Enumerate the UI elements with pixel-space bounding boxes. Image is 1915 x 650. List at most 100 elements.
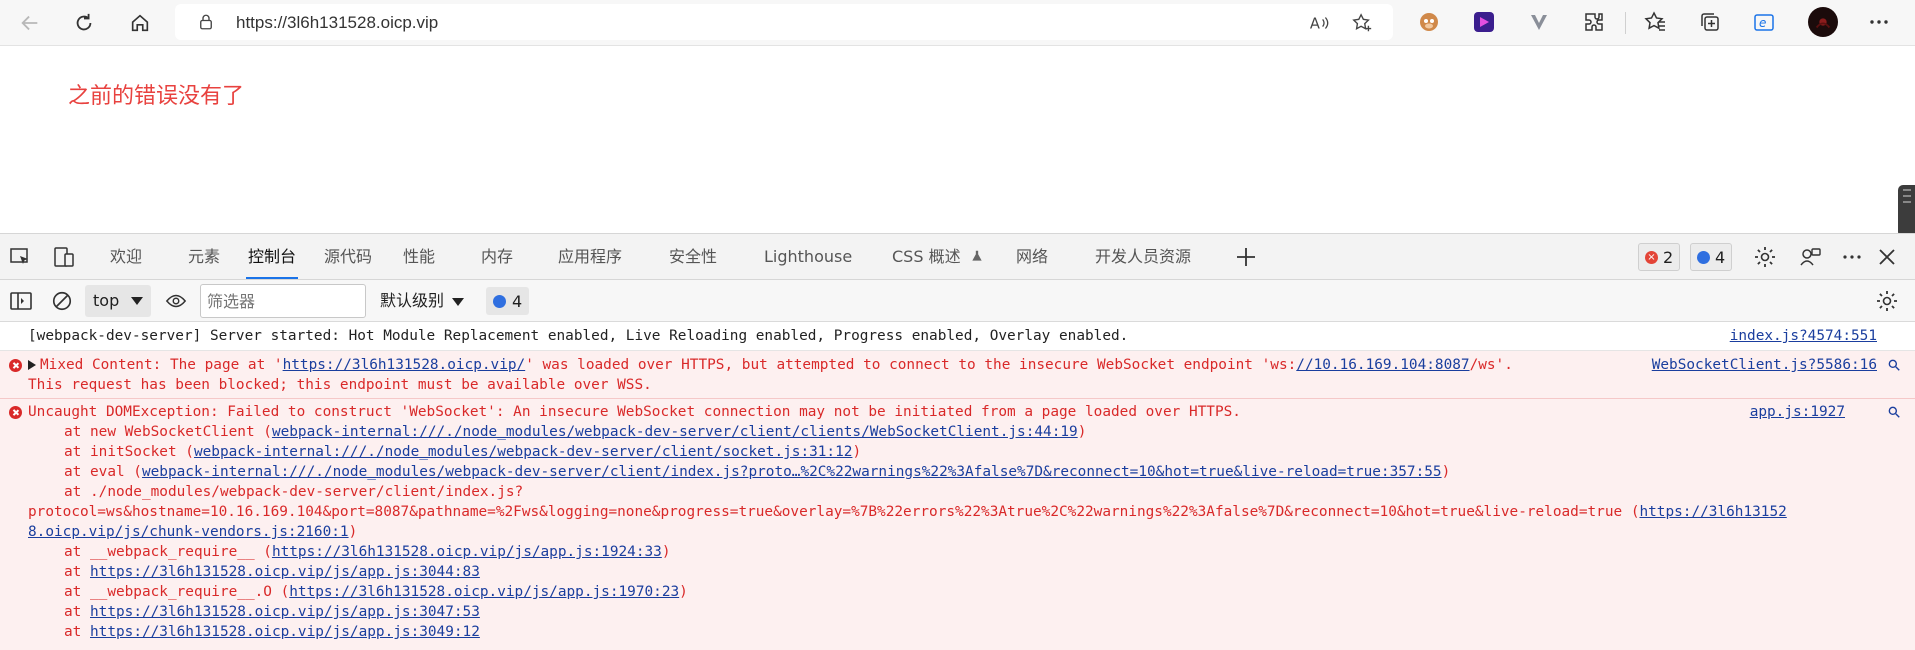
stack-link[interactable]: webpack-internal:///./node_modules/webpa… (142, 464, 1442, 480)
source-link[interactable]: app.js:1927 (1750, 402, 1845, 422)
stack-text: at __webpack_require__.O ( (64, 584, 290, 600)
home-icon (131, 14, 149, 32)
log-text: Uncaught DOMException: Failed to constru… (28, 404, 1241, 420)
source-link[interactable]: WebSocketClient.js?5586:16 (1652, 355, 1877, 375)
device-emulation-icon[interactable] (52, 245, 76, 269)
inspect-element-icon[interactable] (8, 245, 32, 269)
tab-memory[interactable]: 内存 (479, 234, 515, 279)
refresh-icon (76, 13, 92, 31)
extension-purple-icon[interactable] (1471, 9, 1497, 35)
ie-mode-icon[interactable]: e (1752, 9, 1778, 35)
message-count-badge[interactable]: 4 (1690, 243, 1733, 271)
stack-link[interactable]: webpack-internal:///./node_modules/webpa… (194, 444, 852, 460)
customize-feedback-icon[interactable] (1798, 245, 1822, 269)
stack-link[interactable]: https://3l6h131528.oicp.vip/js/app.js:30… (90, 604, 480, 620)
stack-link[interactable]: https://3l6h131528.oicp.vip/js/app.js:30… (90, 564, 480, 580)
stack-text: ) (1077, 424, 1087, 440)
search-icon[interactable] (1887, 358, 1901, 372)
scrollbar-handle[interactable] (1898, 185, 1915, 237)
message-count: 4 (1715, 247, 1726, 267)
stack-link[interactable]: webpack-internal:///./node_modules/webpa… (272, 424, 1078, 440)
live-expression-eye-icon[interactable] (164, 290, 188, 312)
lock-icon[interactable] (197, 13, 215, 31)
tab-console[interactable]: 控制台 (246, 234, 299, 279)
message-icon (493, 294, 506, 308)
tab-security[interactable]: 安全性 (667, 234, 719, 279)
tab-developer-resources[interactable]: 开发人员资源 (1093, 234, 1193, 279)
filter-input[interactable] (200, 284, 366, 318)
page-message: 之前的错误没有了 (68, 84, 245, 109)
close-devtools-icon[interactable] (1875, 245, 1899, 269)
log-text: [webpack-dev-server] Server started: Hot… (28, 328, 1129, 344)
source-link[interactable]: index.js?4574:551 (1730, 326, 1877, 346)
favorites-icon[interactable] (1642, 9, 1668, 35)
tab-css-overview[interactable]: CSS 概述 (890, 234, 986, 279)
stack-text: ) (852, 444, 862, 460)
stack-frame: at __webpack_require__ (https://3l6h1315… (28, 542, 1915, 562)
svg-text:A: A (1310, 16, 1320, 33)
stack-frame-continued: protocol=ws&hostname=10.16.169.104&port=… (28, 502, 1915, 522)
log-level-selector[interactable]: 默认级别 (380, 285, 465, 317)
console-messages-badge[interactable]: 4 (486, 287, 530, 315)
more-menu-icon[interactable] (1866, 9, 1892, 35)
expand-triangle-icon[interactable] (28, 360, 36, 370)
tab-welcome[interactable]: 欢迎 (108, 234, 144, 279)
clear-console-icon[interactable] (51, 290, 73, 312)
log-level-value: 默认级别 (380, 291, 445, 310)
tab-network[interactable]: 网络 (1014, 234, 1050, 279)
log-entry-error: Mixed Content: The page at 'https://3l6h… (0, 351, 1915, 399)
stack-text: at (64, 624, 90, 640)
home-button[interactable] (124, 7, 156, 39)
stack-link[interactable]: https://3l6h131528.oicp.vip/js/app.js:19… (289, 584, 679, 600)
stack-text: at eval ( (64, 464, 142, 480)
address-bar[interactable]: https://3l6h131528.oicp.vip A (175, 4, 1393, 40)
collections-icon[interactable] (1697, 9, 1723, 35)
page-link[interactable]: https://3l6h131528.oicp.vip/ (283, 357, 526, 373)
ws-link[interactable]: //10.16.169.104:8087 (1296, 357, 1469, 373)
context-value: top (93, 291, 120, 310)
chevron-down-icon (131, 297, 143, 305)
stack-frame: at ./node_modules/webpack-dev-server/cli… (64, 484, 524, 500)
stack-frame: at eval (webpack-internal:///./node_modu… (28, 462, 1915, 482)
profile-avatar[interactable] (1808, 7, 1838, 37)
devtools-more-icon[interactable] (1840, 245, 1864, 269)
stack-text: at (64, 564, 90, 580)
stack-text: at initSocket ( (64, 444, 194, 460)
console-toolbar: top 默认级别 4 (0, 280, 1915, 322)
tab-css-overview-label: CSS 概述 (892, 247, 961, 266)
stack-link[interactable]: https://3l6h131528.oicp.vip/js/app.js:30… (90, 624, 480, 640)
stack-link[interactable]: 8.oicp.vip/js/chunk-vendors.js:2160:1 (28, 524, 349, 540)
error-count-badge[interactable]: × 2 (1638, 243, 1681, 271)
page-content: 之前的错误没有了 (0, 46, 1915, 237)
log-text: /ws'. (1469, 357, 1513, 373)
stack-link[interactable]: https://3l6h13152 (1639, 504, 1786, 520)
stack-frame: at new WebSocketClient (webpack-internal… (28, 422, 1915, 442)
back-button[interactable] (14, 7, 46, 39)
add-tab-plus-icon[interactable] (1234, 245, 1258, 269)
tab-lighthouse[interactable]: Lighthouse (762, 234, 854, 279)
extension-monkey-icon[interactable] (1416, 9, 1442, 35)
extension-v-icon[interactable] (1526, 9, 1552, 35)
console-settings-gear-icon[interactable] (1875, 289, 1899, 313)
toolbar-divider (1625, 12, 1626, 34)
console-log: [webpack-dev-server] Server started: Hot… (0, 322, 1915, 650)
tab-sources[interactable]: 源代码 (322, 234, 374, 279)
settings-gear-icon[interactable] (1753, 245, 1777, 269)
tab-application[interactable]: 应用程序 (556, 234, 624, 279)
tab-performance[interactable]: 性能 (401, 234, 437, 279)
url-text[interactable]: https://3l6h131528.oicp.vip (236, 13, 438, 33)
extensions-puzzle-icon[interactable] (1581, 9, 1607, 35)
favorite-add-icon[interactable] (1351, 12, 1373, 34)
context-selector[interactable]: top (85, 285, 151, 317)
browser-toolbar: https://3l6h131528.oicp.vip A e (0, 0, 1915, 46)
log-text-line2: This request has been blocked; this endp… (28, 377, 652, 393)
stack-link[interactable]: https://3l6h131528.oicp.vip/js/app.js:19… (272, 544, 662, 560)
read-aloud-icon[interactable]: A (1308, 12, 1330, 34)
chevron-down-icon (452, 297, 465, 306)
arrow-left-icon (21, 15, 38, 31)
show-sidebar-icon[interactable] (9, 289, 33, 313)
stack-frame-continued: 8.oicp.vip/js/chunk-vendors.js:2160:1) (28, 522, 1915, 542)
search-icon[interactable] (1887, 405, 1901, 419)
reload-button[interactable] (68, 7, 100, 39)
tab-elements[interactable]: 元素 (186, 234, 222, 279)
